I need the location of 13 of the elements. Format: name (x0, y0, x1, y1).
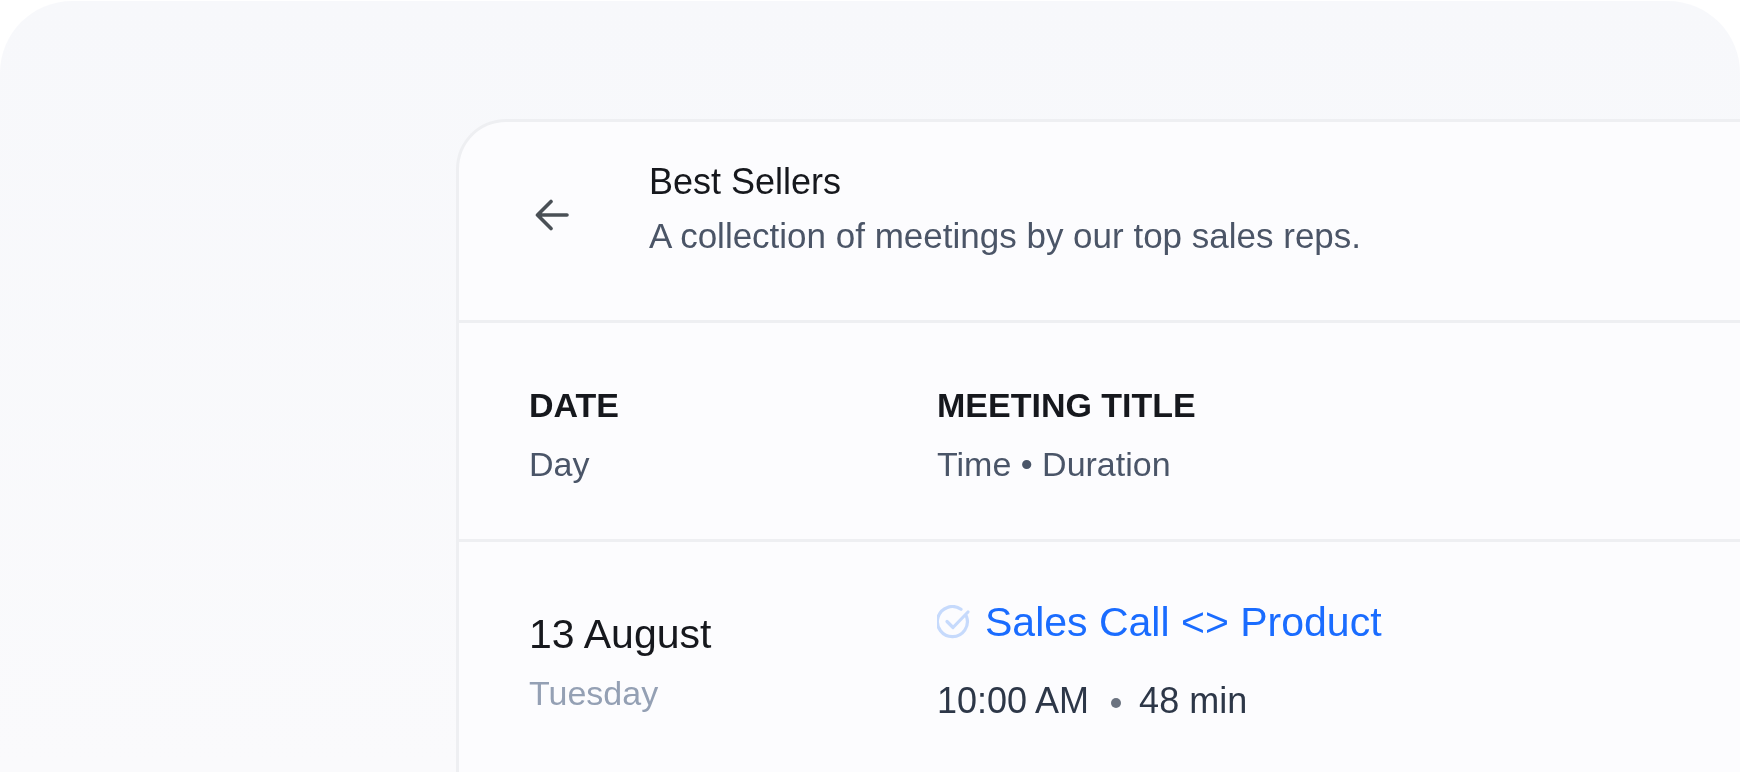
back-arrow-icon[interactable] (535, 199, 569, 231)
page-description: A collection of meetings by our top sales reps. (649, 215, 1362, 257)
meeting-title-link[interactable]: Sales Call <> Product (985, 597, 1382, 647)
meeting-duration: 48 min (1139, 679, 1248, 723)
meeting-date: 13 August (529, 610, 713, 659)
meeting-time: 10:00 AM (937, 679, 1090, 723)
column-subheader: Time • Duration (937, 444, 1172, 485)
separator-dot-icon (1111, 698, 1122, 708)
column-header: MEETING TITLE (937, 385, 1197, 426)
meeting-weekday: Tuesday (529, 673, 660, 714)
column-header: DATE (529, 385, 621, 426)
column-subheader: Day (529, 444, 591, 485)
page-title: Best Sellers (649, 160, 843, 204)
